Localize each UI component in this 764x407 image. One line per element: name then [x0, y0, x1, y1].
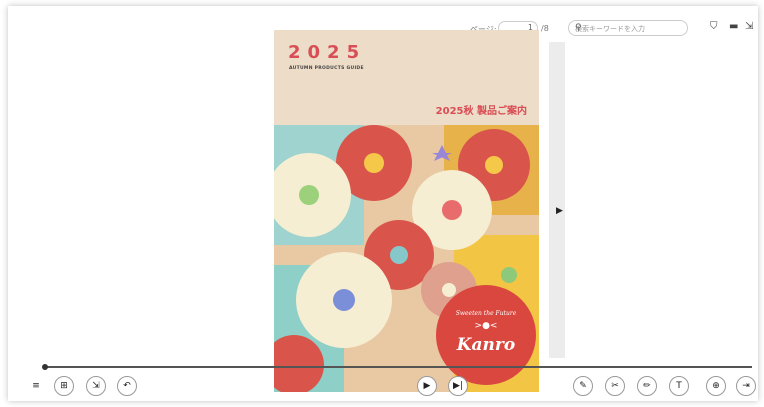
marker-icon[interactable]: ✎ — [573, 376, 593, 396]
svg-text:Kanro: Kanro — [456, 335, 515, 355]
kanro-logo: Sweeten the Future >●< Kanro — [436, 285, 536, 385]
next-page-arrow-icon[interactable]: ▶ — [556, 206, 563, 216]
download-icon[interactable]: ⇲ — [745, 21, 753, 32]
thumbnails-icon[interactable]: ⊞ — [54, 376, 74, 396]
next-page-strip[interactable] — [549, 42, 565, 358]
cover-header: 2025 AUTUMN PRODUCTS GUIDE 2025秋 製品ご案内 — [274, 30, 539, 125]
end-icon[interactable]: ⇥ — [736, 376, 756, 396]
cart-icon[interactable]: ⛉ — [710, 21, 718, 32]
export-icon[interactable]: ⇲ — [86, 376, 106, 396]
cut-icon[interactable]: ✂ — [605, 376, 625, 396]
next-button-icon[interactable]: ▶| — [448, 376, 468, 396]
svg-text:Sweeten the Future: Sweeten the Future — [456, 310, 517, 317]
svg-text:>●<: >●< — [475, 321, 498, 331]
page-total: /8 — [541, 24, 549, 33]
flower-illustration: Sweeten the Future >●< Kanro — [274, 125, 539, 392]
cover-title: 2025秋 製品ご案内 — [435, 106, 527, 117]
page-slider-track[interactable] — [44, 366, 752, 368]
zoom-icon[interactable]: ⊕ — [706, 376, 726, 396]
text-tool-icon[interactable]: T — [669, 376, 689, 396]
pen-icon[interactable]: ✏ — [637, 376, 657, 396]
catalog-page[interactable]: 2025 AUTUMN PRODUCTS GUIDE 2025秋 製品ご案内 S… — [274, 30, 539, 392]
page-slider-handle[interactable] — [42, 364, 48, 370]
search-icon[interactable]: ⚲ — [575, 23, 682, 33]
cover-subtitle: AUTUMN PRODUCTS GUIDE — [289, 66, 364, 71]
print-icon[interactable]: ▬ — [729, 21, 738, 32]
back-icon[interactable]: ↶ — [117, 376, 137, 396]
menu-icon[interactable]: ≡ — [26, 376, 46, 396]
play-button-icon[interactable]: ▶ — [417, 376, 437, 396]
cover-year: 2025 — [288, 42, 367, 63]
search-input[interactable]: 検索キーワードを入力 ⚲ — [568, 20, 688, 36]
